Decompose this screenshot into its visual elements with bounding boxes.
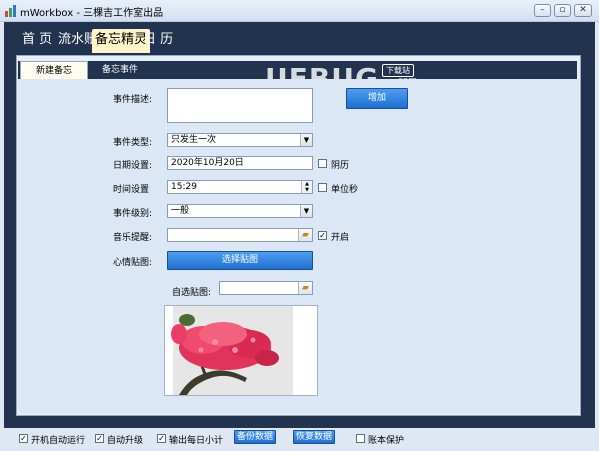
custom-image-input[interactable]: ▰	[219, 281, 313, 295]
autostart-label: 开机自动运行	[31, 436, 86, 446]
level-select-value: 一般	[171, 206, 190, 216]
daily-summary-checkbox[interactable]: ✓	[157, 434, 166, 443]
description-label: 事件描述:	[113, 95, 153, 105]
music-file-input[interactable]: ▰	[167, 228, 313, 242]
level-select[interactable]: 一般 ▼	[167, 204, 313, 218]
time-label: 时间设置	[113, 185, 150, 195]
lunar-label: 阴历	[331, 161, 350, 171]
flower-picture	[165, 306, 317, 395]
mood-image-label: 心情贴图:	[113, 258, 153, 268]
close-button[interactable]: ✕	[574, 4, 592, 17]
enable-label: 开启	[331, 233, 350, 243]
enable-checkbox[interactable]: ✓	[318, 231, 327, 240]
time-spinner[interactable]: ▲ ▼	[301, 181, 312, 193]
time-input[interactable]: 15:29 ▲ ▼	[167, 180, 313, 194]
choose-image-button[interactable]: 选择贴图	[167, 251, 313, 270]
app-icon	[5, 5, 16, 17]
date-input[interactable]: 2020年10月20日	[167, 156, 313, 170]
type-select-value: 只发生一次	[171, 135, 217, 145]
description-input[interactable]	[167, 88, 313, 123]
custom-image-label: 自选贴图:	[172, 288, 212, 298]
title-bar: mWorkbox - 三棵吉工作室出品 – ▫ ✕	[0, 0, 599, 22]
restore-button[interactable]: ▫	[554, 4, 571, 17]
chevron-down-icon[interactable]: ▼	[300, 134, 312, 146]
image-preview	[164, 305, 318, 396]
daily-summary-label: 输出每日小计	[169, 436, 224, 446]
ledger-protect-checkbox[interactable]	[356, 434, 365, 443]
music-label: 音乐提醒:	[113, 233, 153, 243]
unit-seconds-label: 单位秒	[331, 185, 359, 195]
add-button[interactable]: 增加	[346, 88, 408, 109]
unit-seconds-checkbox[interactable]	[318, 183, 327, 192]
chevron-down-icon[interactable]: ▼	[300, 205, 312, 217]
folder-open-icon[interactable]: ▰	[298, 282, 312, 294]
date-label: 日期设置:	[113, 161, 153, 171]
type-select[interactable]: 只发生一次 ▼	[167, 133, 313, 147]
subtab-memo-events[interactable]: 备忘事件	[90, 61, 150, 79]
tab-home[interactable]: 首 页	[22, 29, 52, 53]
type-label: 事件类型:	[113, 138, 153, 148]
lunar-checkbox[interactable]	[318, 159, 327, 168]
time-input-value: 15:29	[171, 182, 197, 192]
backup-button[interactable]: 备份数据	[234, 430, 276, 444]
ledger-protect-label: 账本保护	[368, 436, 405, 446]
level-label: 事件级别:	[113, 209, 153, 219]
tab-memo-wizard[interactable]: 备忘精灵	[92, 29, 151, 53]
restore-data-button[interactable]: 恢复数据	[293, 430, 335, 444]
autoupgrade-checkbox[interactable]: ✓	[95, 434, 104, 443]
folder-open-icon[interactable]: ▰	[298, 229, 312, 241]
subtab-new-memo[interactable]: 新建备忘	[20, 61, 88, 79]
window-title: mWorkbox - 三棵吉工作室出品	[20, 8, 164, 19]
autostart-checkbox[interactable]: ✓	[19, 434, 28, 443]
autoupgrade-label: 自动升级	[107, 436, 144, 446]
minimize-button[interactable]: –	[534, 4, 551, 17]
tab-calendar[interactable]: 日 历	[143, 29, 173, 53]
